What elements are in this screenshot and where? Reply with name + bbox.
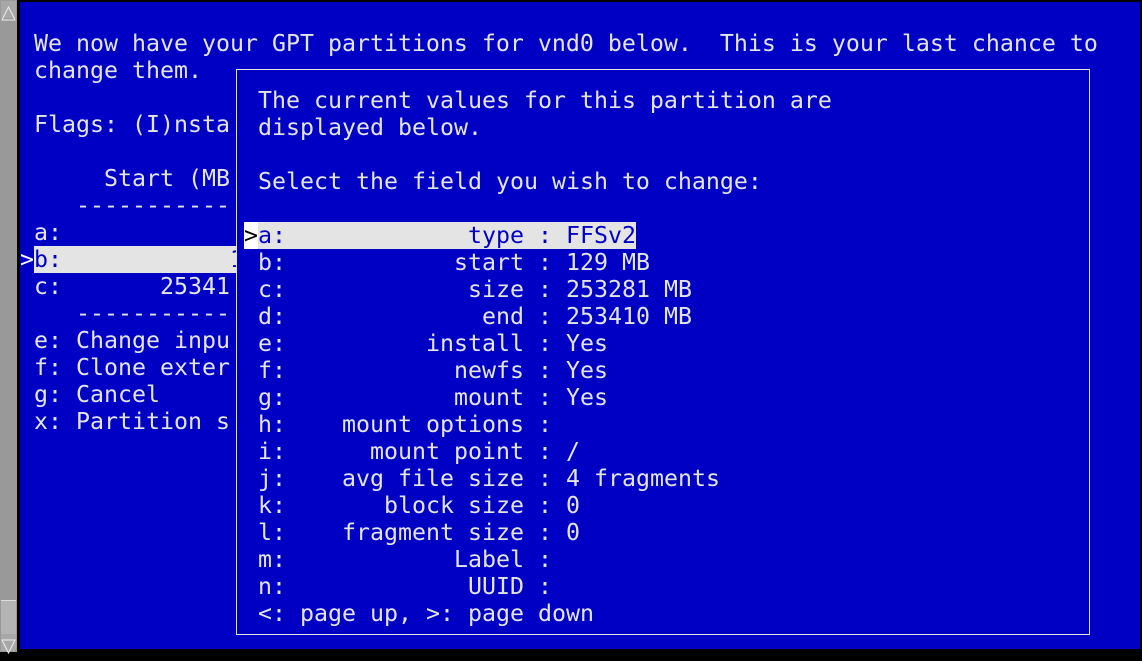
flags-legend: Flags: (I)nsta	[34, 110, 230, 138]
field-end[interactable]: d: end : 253410 MB	[258, 303, 692, 330]
partition-row[interactable]: c: 25341	[34, 273, 230, 300]
field-label: start	[453, 248, 524, 276]
scrollbar-thumb[interactable]	[1, 600, 16, 634]
scroll-up-arrow-icon[interactable]	[1, 1, 16, 21]
intro-text: change them.	[34, 56, 202, 84]
field-block-size[interactable]: k: block size : 0	[258, 492, 580, 519]
scrollbar[interactable]	[0, 0, 17, 655]
field-mount[interactable]: g: mount : Yes	[258, 384, 608, 411]
menu-action[interactable]: f: Clone exter	[34, 354, 230, 381]
table-separator: -----------	[34, 191, 230, 219]
field-start[interactable]: b: start : 129 MB	[258, 249, 650, 276]
partition-row[interactable]: a:	[34, 219, 62, 246]
partition-edit-dialog: The current values for this partition ar…	[236, 69, 1090, 635]
field-value: Yes	[565, 329, 608, 357]
field-newfs[interactable]: f: newfs : Yes	[258, 357, 608, 384]
field-uuid[interactable]: n: UUID :	[258, 573, 566, 600]
field-key: j:	[258, 464, 286, 492]
field-key: e:	[258, 329, 286, 357]
field-key: g:	[258, 383, 286, 411]
field-key: b:	[258, 248, 286, 276]
field-label: type	[467, 221, 524, 249]
field-mount-options[interactable]: h: mount options :	[258, 411, 566, 438]
scroll-down-arrow-icon[interactable]	[1, 634, 16, 655]
field-value: 0	[565, 491, 580, 519]
terminal-screen: We now have your GPT partitions for vnd0…	[20, 2, 1140, 649]
field-value: Yes	[565, 356, 608, 384]
field-key: f:	[258, 356, 286, 384]
field-key: n:	[258, 572, 286, 600]
field-value: /	[565, 437, 580, 465]
field-label: Label	[453, 545, 524, 573]
selection-cursor: >	[244, 221, 258, 249]
field-label: install	[425, 329, 524, 357]
field-key: i:	[258, 437, 286, 465]
field-label: avg file size	[342, 464, 524, 492]
field-key: l:	[258, 518, 286, 546]
field-label[interactable]: m: Label :	[258, 546, 566, 573]
field-label: end	[481, 302, 524, 330]
menu-action[interactable]: e: Change inpu	[34, 327, 230, 354]
field-size[interactable]: c: size : 253281 MB	[258, 276, 692, 303]
column-header-start: Start (MB	[34, 164, 230, 192]
field-value: 0	[565, 518, 580, 546]
field-label: UUID	[467, 572, 524, 600]
dialog-prompt: Select the field you wish to change:	[258, 167, 762, 195]
field-key: m:	[258, 545, 286, 573]
intro-text: We now have your GPT partitions for vnd0…	[34, 29, 1098, 57]
field-avg-file-size[interactable]: j: avg file size : 4 fragments	[258, 465, 720, 492]
menu-action[interactable]: x: Partition s	[34, 408, 230, 435]
selection-cursor: >	[20, 245, 34, 273]
field-label: mount	[453, 383, 524, 411]
field-label: mount point	[370, 437, 524, 465]
menu-action[interactable]: g: Cancel	[34, 381, 160, 408]
field-label: mount options	[342, 410, 524, 438]
field-value: 4 fragments	[565, 464, 720, 492]
field-key: d:	[258, 302, 286, 330]
field-install[interactable]: e: install : Yes	[258, 330, 608, 357]
field-label: fragment size	[342, 518, 524, 546]
field-value: Yes	[565, 383, 608, 411]
field-type[interactable]: a: type : FFSv2	[258, 221, 636, 249]
field-key: c:	[258, 275, 286, 303]
field-key: h:	[258, 410, 286, 438]
dialog-intro-text: The current values for this partition ar…	[258, 86, 832, 114]
table-separator: -----------	[34, 299, 230, 327]
dialog-intro-text: displayed below.	[258, 113, 482, 141]
field-label: newfs	[453, 356, 524, 384]
field-fragment-size[interactable]: l: fragment size : 0	[258, 519, 580, 546]
field-key: k:	[258, 491, 286, 519]
field-label: block size	[383, 491, 524, 519]
field-mount-point[interactable]: i: mount point : /	[258, 438, 580, 465]
field-value: 253410 MB	[565, 302, 692, 330]
partition-row[interactable]: b: 12	[34, 245, 258, 273]
field-value: FFSv2	[565, 221, 636, 249]
dialog-paging-hint: <: page up, >: page down	[258, 599, 594, 627]
field-value: 253281 MB	[565, 275, 692, 303]
field-key: a:	[258, 221, 286, 249]
field-value: 129 MB	[565, 248, 650, 276]
field-label: size	[467, 275, 524, 303]
